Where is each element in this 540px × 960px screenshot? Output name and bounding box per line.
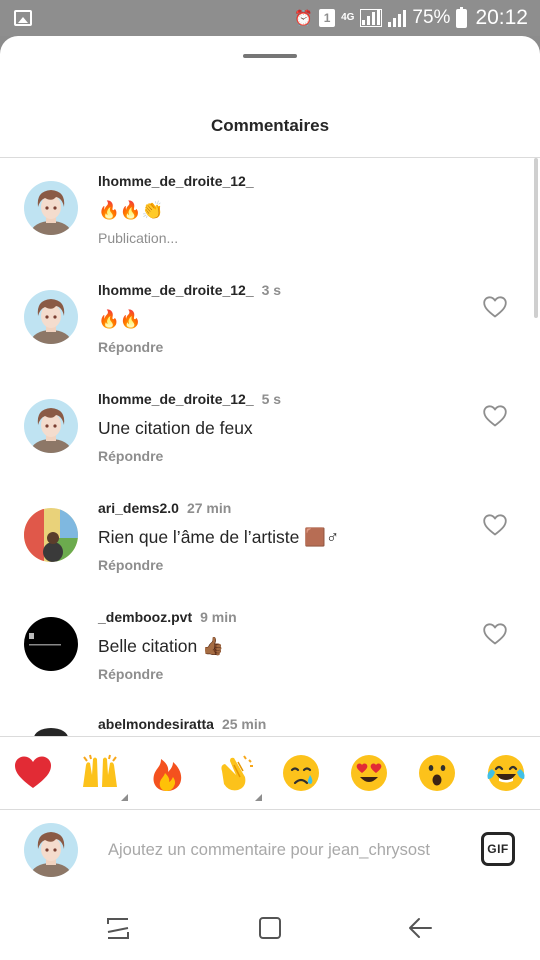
status-clock: 20:12 [475,6,528,29]
comment-username[interactable]: _dembooz.pvt [98,609,192,625]
back-icon[interactable] [407,914,435,942]
comment-item: lhomme_de_droite_12_ 5 s Une citation de … [0,376,540,485]
comment-input[interactable] [108,838,458,862]
reply-button[interactable]: Répondre [98,666,163,682]
comment-username[interactable]: abelmondesiratta [98,716,214,732]
red-heart-icon[interactable] [13,753,53,793]
avatar[interactable] [24,290,78,344]
comment-list[interactable]: lhomme_de_droite_12_ 🔥🔥👏 Publication... … [0,158,540,736]
crying-face-icon[interactable] [281,753,321,793]
sim-icon: 1 [319,9,336,27]
reply-button[interactable]: Répondre [98,557,163,573]
battery-icon [456,6,468,28]
sheet-grabber[interactable] [243,54,297,58]
system-nav-bar [0,892,540,960]
comment-username[interactable]: ari_dems2.0 [98,500,179,516]
avatar[interactable] [24,399,78,453]
like-heart-icon[interactable] [483,296,507,318]
comment-text: 🔥🔥👏 [98,200,164,220]
posting-status: Publication... [98,230,179,246]
alarm-icon: ⏰ [294,9,314,27]
comment-item: abelmondesiratta 25 min [0,716,540,736]
like-heart-icon[interactable] [483,405,507,427]
comment-composer: GIF [0,810,540,892]
comment-item: _dembooz.pvt 9 min Belle citation 👍🏾 Répo… [0,594,540,703]
comment-time: 9 min [200,609,237,625]
comment-text: 🔥🔥 [98,309,142,329]
like-heart-icon[interactable] [483,623,507,645]
comment-username[interactable]: lhomme_de_droite_12_ [98,391,254,407]
raising-hands-icon[interactable] [80,753,128,801]
comment-username[interactable]: lhomme_de_droite_12_ [98,173,254,189]
battery-percent: 75% [412,7,451,28]
4g-icon: 4G [341,12,355,23]
comment-time: 27 min [186,500,232,516]
comment-item: lhomme_de_droite_12_ 3 s 🔥🔥 Répondre [0,267,540,376]
comment-text: Rien que l’âme de l’artiste 🟫♂ [98,527,340,547]
comment-text: Une citation de feux [98,418,253,438]
reply-button[interactable]: Répondre [98,448,163,464]
recent-apps-icon[interactable] [104,914,132,942]
gallery-icon [14,10,32,26]
status-icons: ⏰ 1 4G 75% 20:12 [294,0,528,36]
comment-time: 5 s [261,391,282,407]
avatar[interactable] [24,617,78,671]
comment-item: ari_dems2.0 27 min Rien que l’âme de l’ar… [0,485,540,594]
sheet-title: Commentaires [210,116,330,135]
comment-header: abelmondesiratta 25 min [98,716,266,732]
comments-sheet: Commentaires lhomme_de_droite_12_ 🔥🔥👏 Pu… [0,36,540,960]
comment-header: _dembooz.pvt 9 min [98,609,237,625]
tears-of-joy-icon[interactable] [486,753,526,793]
surprised-face-icon[interactable] [417,753,457,793]
status-bar: ⏰ 1 4G 75% 20:12 [0,0,540,36]
comment-header: lhomme_de_droite_12_ 3 s [98,282,281,298]
emoji-quick-bar [0,736,540,810]
comment-header: lhomme_de_droite_12_ 5 s [98,391,281,407]
clapping-hands-icon[interactable] [214,753,262,801]
my-avatar [24,823,78,877]
gif-button[interactable]: GIF [481,832,515,866]
avatar[interactable] [24,508,78,562]
avatar[interactable] [24,181,78,235]
like-heart-icon[interactable] [483,514,507,536]
fire-icon[interactable] [147,753,187,793]
comment-text: Belle citation 👍🏾 [98,636,224,656]
signal-icon-2 [388,9,407,27]
comment-header: ari_dems2.0 27 min [98,500,231,516]
home-icon[interactable] [256,914,284,942]
scrollbar[interactable] [534,158,538,318]
comment-item: lhomme_de_droite_12_ 🔥🔥👏 Publication... [0,158,540,267]
heart-eyes-icon[interactable] [349,753,389,793]
comment-username[interactable]: lhomme_de_droite_12_ [98,282,254,298]
reply-button[interactable]: Répondre [98,339,163,355]
comment-time: 3 s [261,282,282,298]
avatar[interactable] [34,728,68,736]
comment-time: 25 min [221,716,267,732]
comment-header: lhomme_de_droite_12_ [98,173,254,189]
signal-icon [360,9,383,27]
